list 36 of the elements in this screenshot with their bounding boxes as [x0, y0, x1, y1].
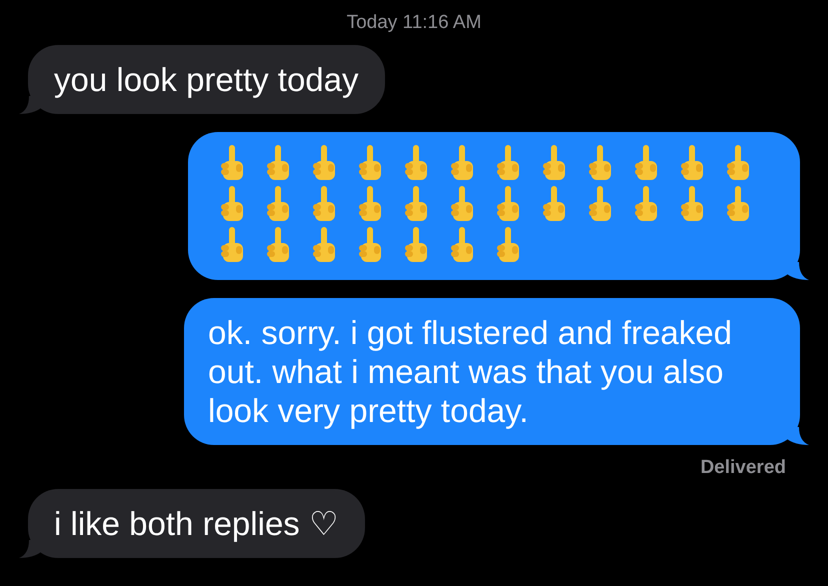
middle-finger-icon	[312, 144, 338, 182]
middle-finger-icon	[588, 144, 614, 182]
middle-finger-icon	[726, 144, 752, 182]
middle-finger-icon	[634, 144, 660, 182]
middle-finger-icon	[634, 185, 660, 223]
delivery-status: Delivered	[700, 457, 786, 479]
middle-finger-icon	[358, 144, 384, 182]
middle-finger-icon	[358, 226, 384, 264]
timestamp: Today 11:16 AM	[346, 11, 482, 35]
middle-finger-icon	[496, 226, 522, 264]
message-text: you look pretty today	[54, 60, 359, 99]
middle-finger-icon	[496, 185, 522, 223]
middle-finger-icon	[220, 185, 246, 223]
middle-finger-icon	[220, 144, 246, 182]
middle-finger-icon	[542, 144, 568, 182]
middle-finger-icon	[542, 185, 568, 223]
middle-finger-icon	[496, 144, 522, 182]
middle-finger-icon	[450, 144, 476, 182]
middle-finger-icon	[266, 144, 292, 182]
middle-finger-icon	[358, 185, 384, 223]
middle-finger-icon	[312, 226, 338, 264]
middle-finger-icon	[266, 185, 292, 223]
middle-finger-icon	[726, 185, 752, 223]
middle-finger-icon	[266, 226, 292, 264]
middle-finger-icon	[450, 185, 476, 223]
middle-finger-icon	[404, 226, 430, 264]
middle-finger-icon	[404, 185, 430, 223]
middle-finger-icon	[450, 226, 476, 264]
middle-finger-icon	[588, 185, 614, 223]
middle-finger-icon	[404, 144, 430, 182]
message-text: ok. sorry. i got flustered and freaked out. what i meant was that you also look very pretty today.	[208, 313, 733, 430]
middle-finger-icon	[312, 185, 338, 223]
middle-finger-icon	[680, 144, 706, 182]
middle-finger-icon	[220, 226, 246, 264]
message-text: i like both replies ♡	[54, 504, 339, 543]
middle-finger-icon	[680, 185, 706, 223]
